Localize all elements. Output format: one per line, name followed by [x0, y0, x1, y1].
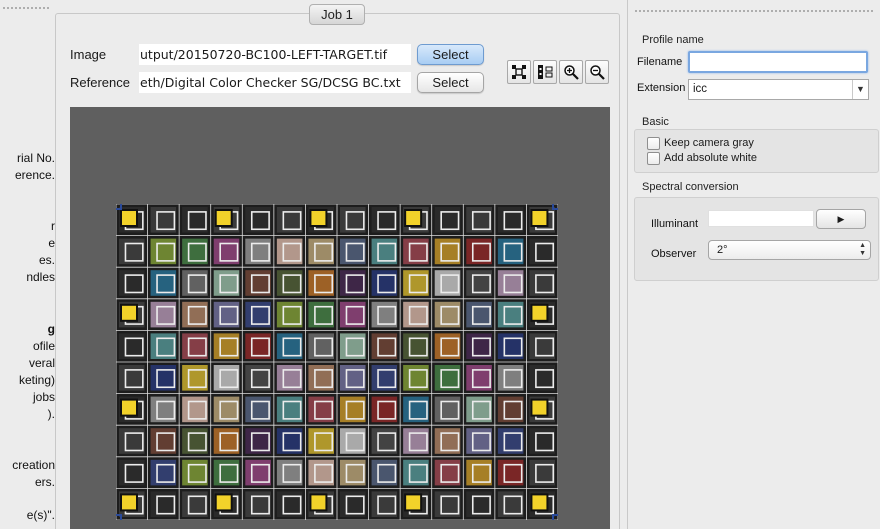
help-line: g	[47, 322, 55, 336]
job-panel: Job 1 Image utput/20150720-BC100-LEFT-TA…	[55, 4, 620, 529]
marker-lightbulb-icon	[530, 303, 549, 322]
help-pane: rial No. erence. r e es. ndles g ofile veral keti…	[0, 0, 55, 529]
marker-lightbulb-icon	[404, 493, 423, 512]
basic-group: Keep camera gray Add absolute white	[634, 129, 879, 173]
help-line: creation	[12, 458, 55, 472]
image-select-button[interactable]: Select	[417, 44, 484, 65]
marker-lightbulb-icon	[309, 209, 328, 227]
splitter-grip[interactable]	[2, 6, 50, 11]
splitter-grip-right[interactable]	[634, 9, 874, 14]
spectral-group: Illuminant ▶ Observer 2° ▲ ▼	[634, 197, 879, 281]
reference-label: Reference	[70, 75, 130, 90]
marker-lightbulb-icon	[120, 209, 138, 227]
align-columns-button[interactable]	[533, 60, 557, 84]
spectral-title: Spectral conversion	[642, 181, 739, 193]
marker-lightbulb-icon	[120, 398, 138, 417]
help-line: ).	[47, 407, 55, 421]
zoom-in-icon	[564, 65, 579, 80]
help-line: erence.	[14, 168, 55, 182]
play-arrow-icon: ▶	[837, 214, 845, 224]
color-target-image[interactable]	[116, 204, 558, 520]
help-line: ofile	[32, 339, 55, 353]
observer-value: 2°	[717, 244, 728, 256]
marker-lightbulb-icon	[530, 209, 549, 227]
fit-grid-icon	[512, 65, 526, 79]
image-path-field[interactable]: utput/20150720-BC100-LEFT-TARGET.tif	[139, 44, 411, 65]
zoom-out-button[interactable]	[585, 60, 609, 84]
extension-value: icc	[693, 83, 708, 95]
help-line: ers.	[34, 475, 55, 489]
image-label: Image	[70, 47, 107, 62]
keep-gray-checkbox[interactable]	[647, 137, 660, 150]
marker-lightbulb-icon	[214, 209, 233, 227]
help-line: veral	[28, 356, 55, 370]
basic-title: Basic	[642, 116, 669, 128]
marker-lightbulb-icon	[120, 303, 138, 322]
tab-job-1[interactable]: Job 1	[309, 4, 365, 25]
settings-panel: Profile name Filename Extension icc ▼ Ba…	[627, 0, 880, 529]
add-white-checkbox[interactable]	[647, 152, 660, 165]
help-line: e	[48, 236, 55, 250]
marker-lightbulb-icon	[530, 493, 549, 512]
keep-gray-label: Keep camera gray	[664, 137, 754, 149]
marker-lightbulb-icon	[214, 493, 233, 512]
help-line: es.	[38, 253, 55, 267]
image-viewer[interactable]	[70, 107, 610, 529]
help-line: e(s)".	[26, 508, 55, 522]
extension-label: Extension	[637, 82, 686, 94]
marker-lightbulb-icon	[530, 398, 549, 417]
observer-label: Observer	[651, 248, 697, 260]
fit-grid-button[interactable]	[507, 60, 531, 84]
profile-name-title: Profile name	[642, 34, 704, 46]
updown-arrows-icon: ▲ ▼	[859, 242, 866, 257]
zoom-in-button[interactable]	[559, 60, 583, 84]
add-white-label: Add absolute white	[664, 152, 757, 164]
reference-select-button[interactable]: Select	[417, 72, 484, 93]
reference-path-field[interactable]: eth/Digital Color Checker SG/DCSG BC.txt	[139, 72, 411, 93]
extension-select[interactable]: icc ▼	[688, 79, 869, 100]
illuminant-label: Illuminant	[651, 218, 699, 230]
filename-input[interactable]	[688, 51, 868, 73]
illuminant-button[interactable]: ▶	[816, 209, 866, 229]
marker-lightbulb-icon	[120, 493, 138, 512]
observer-select[interactable]: 2° ▲ ▼	[708, 240, 871, 260]
zoom-out-icon	[590, 65, 605, 80]
illuminant-field[interactable]	[708, 210, 814, 227]
chevron-down-icon[interactable]: ▼	[852, 80, 868, 99]
marker-lightbulb-icon	[404, 209, 423, 227]
help-line: rial No.	[16, 151, 55, 165]
filename-label: Filename	[637, 56, 683, 68]
marker-lightbulb-icon	[309, 493, 328, 512]
help-line: keting)	[18, 373, 55, 387]
align-columns-icon	[538, 65, 553, 79]
help-line: ndles	[26, 270, 55, 284]
help-line: jobs	[32, 390, 55, 404]
